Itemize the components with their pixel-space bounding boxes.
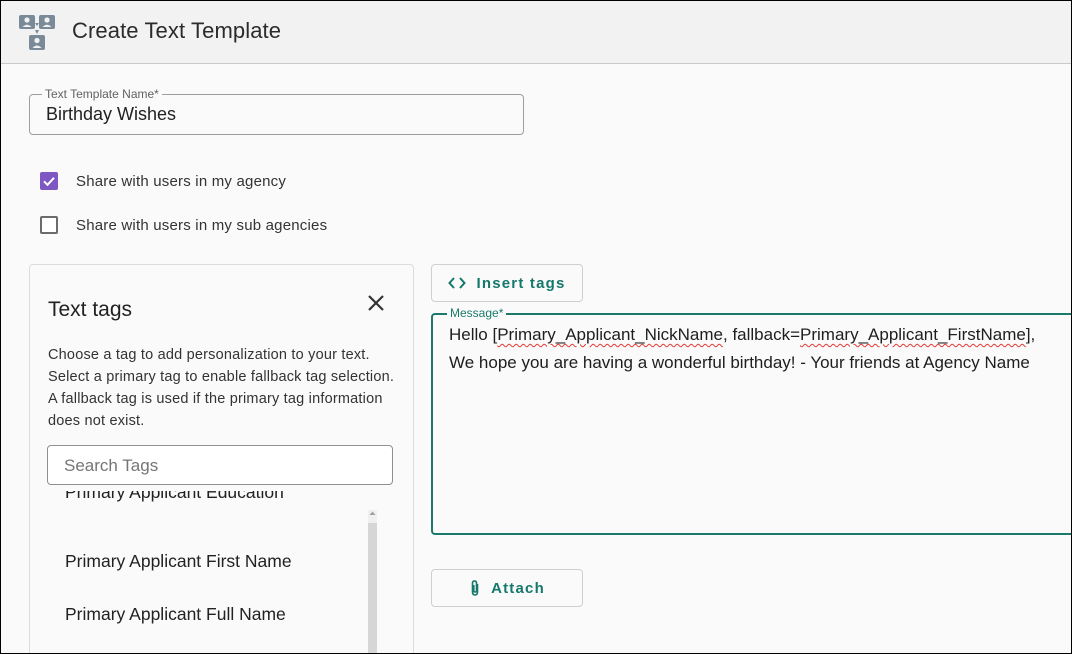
insert-tags-button[interactable]: Insert tags <box>431 264 583 302</box>
template-name-input[interactable] <box>46 104 506 125</box>
attach-label: Attach <box>491 579 545 597</box>
checkmark-icon <box>43 177 55 187</box>
message-line-1: Hello [Primary_Applicant_NickName, fallb… <box>449 321 1071 349</box>
code-brackets-icon <box>448 276 467 290</box>
create-text-template-window: Create Text Template Text Template Name*… <box>0 0 1072 654</box>
list-item[interactable]: Primary Applicant First Name <box>65 551 292 572</box>
text-tags-title: Text tags <box>48 298 133 321</box>
share-sub-agencies-checkbox[interactable] <box>40 216 58 234</box>
fallback-tag-text: Primary_Applicant_FirstName <box>800 325 1026 344</box>
message-field[interactable]: Message* Hello [Primary_Applicant_NickNa… <box>431 306 1071 535</box>
text-tags-panel: Text tags Choose a tag to add personaliz… <box>29 264 414 653</box>
scroll-up-arrow-icon[interactable] <box>368 508 377 518</box>
message-text-segment: Hello [ <box>449 325 498 344</box>
share-sub-agencies-option[interactable]: Share with users in my sub agencies <box>40 214 327 236</box>
message-label: Message* <box>447 306 507 320</box>
message-line-2: We hope you are having a wonderful birth… <box>449 353 1030 372</box>
attach-button[interactable]: Attach <box>431 569 583 607</box>
share-agency-checkbox[interactable] <box>40 172 58 190</box>
tags-scrollbar-thumb[interactable] <box>368 523 377 653</box>
page-header: Create Text Template <box>1 1 1071 64</box>
list-item[interactable]: Primary Applicant Education <box>65 491 284 503</box>
text-tags-description: Choose a tag to add personalization to y… <box>48 347 395 429</box>
template-name-field[interactable]: Text Template Name* <box>29 87 524 135</box>
search-tags-field[interactable] <box>47 445 393 485</box>
message-text-segment: ], <box>1025 325 1036 344</box>
page-title: Create Text Template <box>72 18 282 43</box>
message-textarea[interactable]: Hello [Primary_Applicant_NickName, fallb… <box>449 321 1071 377</box>
share-agency-label: Share with users in my agency <box>76 172 287 190</box>
contacts-group-icon <box>19 15 55 50</box>
search-tags-input[interactable] <box>64 456 374 476</box>
message-text-segment: , fallback= <box>723 325 801 344</box>
paperclip-icon <box>469 579 481 597</box>
share-sub-agencies-label: Share with users in my sub agencies <box>76 216 328 234</box>
close-icon[interactable] <box>366 293 386 313</box>
insert-tags-label: Insert tags <box>476 274 566 292</box>
template-name-label: Text Template Name* <box>42 87 162 101</box>
list-item[interactable]: Primary Applicant Full Name <box>65 604 286 625</box>
tags-list: Primary Applicant Education Primary Appl… <box>47 491 377 653</box>
primary-tag-text: Primary_Applicant_NickName <box>497 325 723 344</box>
share-agency-option[interactable]: Share with users in my agency <box>40 170 286 192</box>
